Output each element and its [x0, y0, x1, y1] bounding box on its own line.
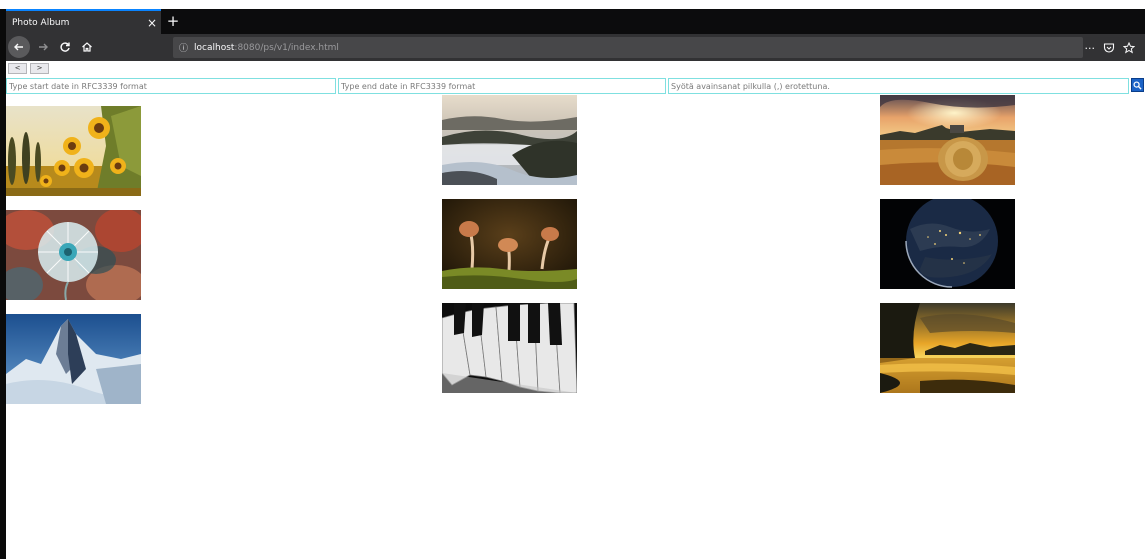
home-icon [82, 42, 92, 52]
keywords-input[interactable] [668, 78, 1129, 94]
hay-bale-image [880, 95, 1015, 185]
reload-icon [60, 42, 70, 52]
bookmark-star-icon[interactable] [1123, 42, 1135, 54]
start-date-input[interactable] [6, 78, 336, 94]
url-host: localhost [194, 42, 235, 53]
photo-earth-at-night[interactable] [880, 199, 1015, 289]
end-date-input[interactable] [338, 78, 666, 94]
photo-mushrooms[interactable] [442, 199, 577, 289]
forward-button[interactable] [33, 37, 53, 57]
url-bar[interactable]: ⓘ localhost:8080/ps/v1/index.html [173, 37, 1083, 58]
lake-sunset-image [880, 303, 1015, 393]
home-button[interactable] [77, 37, 97, 57]
search-button[interactable] [1131, 78, 1144, 92]
navigation-bar: ⓘ localhost:8080/ps/v1/index.html ··· [6, 34, 1145, 61]
forward-arrow-icon [39, 43, 48, 51]
piano-keys-image [442, 303, 577, 393]
reload-button[interactable] [55, 37, 75, 57]
earth-at-night-image [880, 199, 1015, 289]
photo-dandelion[interactable] [6, 210, 141, 300]
pager: < > [8, 63, 49, 74]
tab-bar: Photo Album × + [6, 9, 1145, 34]
dandelion-image [6, 210, 141, 300]
photo-misty-valley[interactable] [442, 95, 577, 185]
back-button[interactable] [8, 36, 30, 58]
tab-title: Photo Album [12, 17, 70, 28]
page-content: < > [6, 61, 1145, 559]
photo-matterhorn[interactable] [6, 314, 141, 404]
page-actions-menu-icon[interactable]: ··· [1085, 42, 1096, 55]
page-actions: ··· [1085, 38, 1135, 58]
mushrooms-image [442, 199, 577, 289]
close-tab-icon[interactable]: × [143, 16, 161, 30]
pocket-icon[interactable] [1103, 42, 1115, 54]
site-info-icon[interactable]: ⓘ [179, 41, 188, 54]
misty-valley-image [442, 95, 577, 185]
matterhorn-image [6, 314, 141, 404]
photo-piano-keys[interactable] [442, 303, 577, 393]
next-page-button[interactable]: > [30, 63, 49, 74]
filter-bar [6, 78, 1145, 94]
sunflowers-image [6, 106, 141, 196]
new-tab-button[interactable]: + [164, 11, 182, 31]
prev-page-button[interactable]: < [8, 63, 27, 74]
photo-sunflowers[interactable] [6, 106, 141, 196]
photo-hay-bale-sunset[interactable] [880, 95, 1015, 185]
url-path: :8080/ps/v1/index.html [234, 42, 339, 53]
tab-photo-album[interactable]: Photo Album × [6, 9, 161, 34]
search-icon [1133, 81, 1142, 90]
photo-lake-sunset[interactable] [880, 303, 1015, 393]
back-arrow-icon [14, 43, 23, 51]
